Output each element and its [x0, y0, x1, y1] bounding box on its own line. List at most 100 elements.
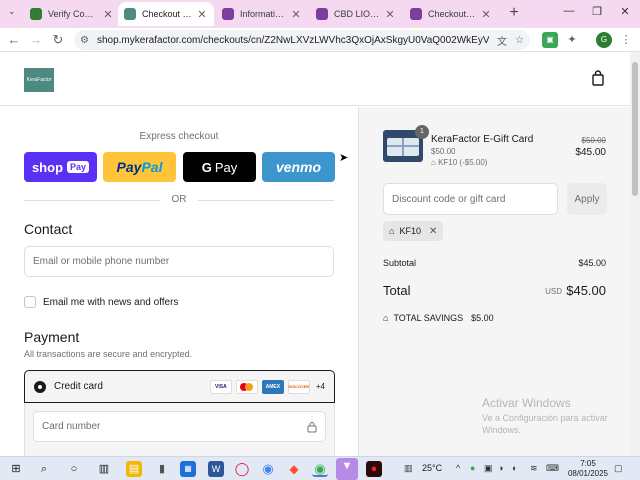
paypal-button[interactable]: Pay Pal	[103, 152, 176, 182]
payment-subtitle: All transactions are secure and encrypte…	[24, 349, 193, 359]
total-currency: USD	[545, 287, 562, 296]
word-icon[interactable]: W	[208, 461, 224, 477]
product-name: KeraFactor E-Gift Card	[431, 134, 534, 145]
task-view-icon[interactable]: ▥	[96, 461, 112, 477]
chrome-active-icon[interactable]: ◉	[312, 461, 328, 477]
tab-verify-codes[interactable]: Verify Codes — ✕	[24, 2, 120, 26]
translate-icon[interactable]: 文	[497, 33, 507, 48]
extensions-puzzle-icon[interactable]: ✦	[564, 32, 580, 48]
discount-code-input[interactable]: Discount code or gift card	[383, 183, 558, 215]
weather-icon[interactable]: ▥	[404, 463, 413, 474]
tray-app-icon[interactable]: ●	[470, 463, 475, 473]
reload-icon[interactable]: ↻	[50, 32, 66, 48]
search-icon[interactable]: ⌕	[36, 461, 52, 477]
newsletter-checkbox[interactable]	[24, 296, 36, 308]
subtotal-value: $45.00	[578, 258, 606, 268]
applied-discount-chip: ⌂ KF10 ✕	[383, 221, 444, 241]
close-tab-icon[interactable]: ✕	[196, 8, 208, 21]
tab-checkout-kerafactor[interactable]: Checkout - Kera ✕	[118, 2, 214, 26]
app-icon[interactable]: ▦	[180, 461, 196, 477]
contact-title: Contact	[24, 221, 73, 237]
discount-tag-icon: ⌂	[389, 226, 395, 236]
bookmark-star-icon[interactable]: ☆	[515, 35, 524, 46]
close-tab-icon[interactable]: ✕	[384, 8, 396, 21]
maximize-icon[interactable]: ❐	[588, 5, 606, 18]
savings-tag-icon: ⌂	[383, 313, 389, 323]
tab-information[interactable]: Information - L ✕	[216, 2, 308, 26]
windows-activation-watermark: Activar Windows Ve a Configuración para …	[482, 396, 608, 435]
total-savings: ⌂ TOTAL SAVINGS $5.00	[383, 313, 494, 323]
venmo-button[interactable]: venmo	[262, 152, 335, 182]
kerafactor-favicon-icon	[124, 8, 136, 20]
tray-app-icon[interactable]: ▣	[484, 463, 493, 474]
site-favicon-icon	[410, 8, 422, 20]
card-number-input[interactable]: Card number	[33, 411, 326, 442]
minimize-icon[interactable]: —	[560, 5, 578, 17]
back-icon[interactable]: ←	[6, 32, 22, 48]
address-bar[interactable]: ⚙ shop.mykerafactor.com/checkouts/cn/Z2N…	[74, 30, 530, 50]
lock-icon	[307, 421, 317, 432]
browser-toolbar: ← → ↻ ⚙ shop.mykerafactor.com/checkouts/…	[0, 28, 640, 52]
product-unit-price: $50.00	[431, 147, 456, 156]
or-divider: OR	[24, 193, 334, 207]
windows-taskbar: ⊞ ⌕ ○ ▥ ▤ ▮ ▦ W ◯ ◉ ◆ ◉ ▼ ● ▥ 25°C ^ ● ▣…	[0, 456, 640, 480]
site-favicon-icon	[316, 8, 328, 20]
mouse-cursor-icon: ➤	[339, 152, 349, 164]
discover-card-icon: DISCOVER	[287, 379, 310, 394]
site-favicon-icon	[222, 8, 234, 20]
file-explorer-icon[interactable]: ▤	[126, 461, 142, 477]
tray-chevron-up-icon[interactable]: ^	[456, 463, 460, 473]
credit-card-radio[interactable]	[34, 380, 46, 393]
app-icon[interactable]: ▮	[154, 461, 170, 477]
opera-icon[interactable]: ◯	[234, 461, 250, 477]
close-tab-icon[interactable]: ✕	[102, 8, 114, 21]
credit-card-option[interactable]: Credit card VISA AMEX DISCOVER +4	[24, 370, 335, 403]
windows-start-icon[interactable]: ⊞	[8, 461, 24, 477]
verify-codes-favicon-icon	[30, 8, 42, 20]
new-tab-icon[interactable]: +	[505, 4, 523, 22]
keyboard-icon[interactable]: ⌨	[546, 463, 559, 474]
tray-app-icon[interactable]: ◐	[512, 463, 517, 473]
shopping-bag-icon[interactable]	[590, 70, 606, 86]
extension-icon[interactable]: ▣	[542, 32, 558, 48]
close-window-icon[interactable]: ✕	[616, 5, 634, 18]
original-price: $50.00	[581, 136, 606, 145]
tab-checkout-other[interactable]: Checkout - Kel ✕	[404, 2, 498, 26]
mastercard-icon	[235, 379, 258, 394]
visa-card-icon: VISA	[209, 379, 232, 394]
vpn-app-icon[interactable]: ▼	[336, 458, 358, 480]
contact-email-input[interactable]: Email or mobile phone number	[24, 246, 334, 277]
browser-menu-icon[interactable]: ⋮	[618, 32, 634, 48]
url-text[interactable]: shop.mykerafactor.com/checkouts/cn/Z2NwL…	[97, 35, 489, 46]
temperature-label[interactable]: 25°C	[422, 463, 442, 473]
subtotal-label: Subtotal	[383, 258, 417, 268]
store-logo[interactable]: KeraFactor	[24, 68, 54, 92]
tab-strip: Verify Codes — ✕ Checkout - Kera ✕ Infor…	[0, 0, 640, 28]
shop-pay-button[interactable]: shop Pay	[24, 152, 97, 182]
tab-cbd-lion[interactable]: CBD LION - Sh ✕	[310, 2, 402, 26]
cortana-icon[interactable]: ○	[66, 461, 82, 477]
notifications-icon[interactable]: ▢	[614, 463, 623, 474]
quantity-badge: 1	[415, 125, 429, 139]
profile-avatar-icon[interactable]: G	[596, 32, 612, 48]
forward-icon[interactable]: →	[28, 32, 44, 48]
store-header: KeraFactor	[0, 52, 630, 106]
close-tab-icon[interactable]: ✕	[480, 8, 492, 21]
chrome-icon[interactable]: ◉	[260, 461, 276, 477]
apply-discount-button[interactable]: Apply	[567, 183, 607, 215]
remove-discount-icon[interactable]: ✕	[429, 226, 437, 237]
more-cards-label: +4	[315, 382, 325, 391]
wifi-icon[interactable]: ≋	[530, 463, 538, 474]
clock[interactable]: 7:05 08/01/2025	[566, 459, 610, 479]
tray-app-icon[interactable]: ◑	[498, 463, 503, 473]
newsletter-option[interactable]: Email me with news and offers	[24, 296, 178, 308]
google-pay-button[interactable]: G Pay	[183, 152, 256, 182]
google-g-icon: G	[201, 159, 212, 175]
scrollbar-thumb[interactable]	[632, 62, 638, 196]
app-icon[interactable]: ●	[366, 461, 382, 477]
brave-icon[interactable]: ◆	[286, 461, 302, 477]
close-tab-icon[interactable]: ✕	[290, 8, 302, 21]
site-info-icon[interactable]: ⚙	[80, 35, 89, 46]
tab-search-icon[interactable]: ⌄	[8, 6, 20, 18]
discounted-price: $45.00	[575, 147, 606, 158]
